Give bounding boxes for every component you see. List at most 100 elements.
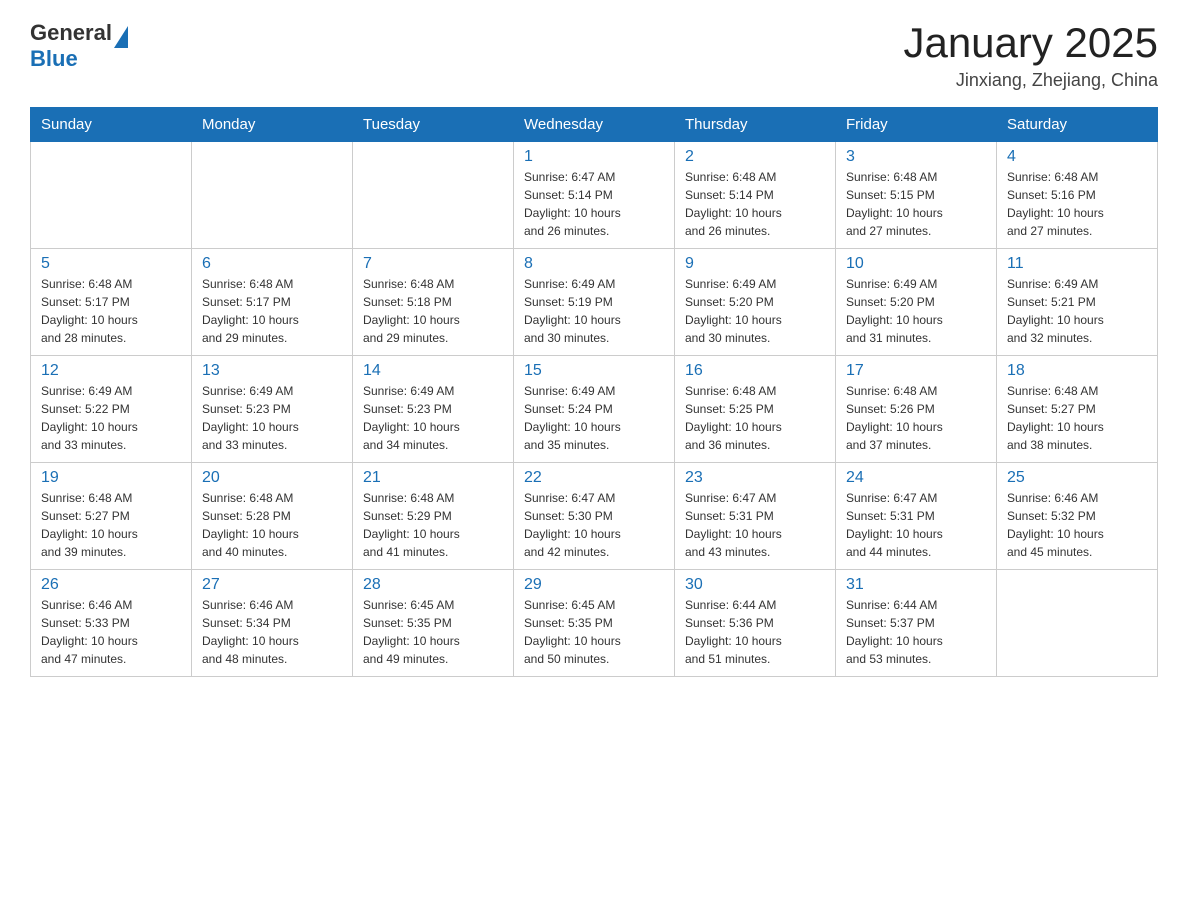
calendar-cell: 6 Sunrise: 6:48 AM Sunset: 5:17 PM Daylig…: [192, 249, 353, 356]
header-day-tuesday: Tuesday: [353, 108, 514, 142]
header-day-monday: Monday: [192, 108, 353, 142]
calendar-cell: 2 Sunrise: 6:48 AM Sunset: 5:14 PM Daylig…: [675, 142, 836, 249]
day-info: Sunrise: 6:49 AM Sunset: 5:20 PM Dayligh…: [846, 275, 986, 347]
calendar-week-row: 19Sunrise: 6:48 AM Sunset: 5:27 PM Dayli…: [31, 463, 1158, 570]
calendar-cell: 27Sunrise: 6:46 AM Sunset: 5:34 PM Dayli…: [192, 570, 353, 677]
calendar-cell: 7Sunrise: 6:48 AM Sunset: 5:18 PM Daylig…: [353, 249, 514, 356]
day-number: 26: [41, 576, 181, 594]
day-number: 17: [846, 362, 986, 380]
logo: General Blue: [30, 20, 128, 72]
calendar-cell: 4 Sunrise: 6:48 AM Sunset: 5:16 PM Daylig…: [997, 142, 1158, 249]
title-area: January 2025 Jinxiang, Zhejiang, China: [903, 20, 1158, 91]
day-info: Sunrise: 6:47 AM Sunset: 5:14 PM Dayligh…: [524, 168, 664, 240]
calendar-cell: 8 Sunrise: 6:49 AM Sunset: 5:19 PM Daylig…: [514, 249, 675, 356]
calendar-cell: 18Sunrise: 6:48 AM Sunset: 5:27 PM Dayli…: [997, 356, 1158, 463]
header-day-friday: Friday: [836, 108, 997, 142]
header-day-thursday: Thursday: [675, 108, 836, 142]
day-number: 31: [846, 576, 986, 594]
calendar-cell: 12 Sunrise: 6:49 AM Sunset: 5:22 PM Dayli…: [31, 356, 192, 463]
calendar-cell: [192, 142, 353, 249]
logo-triangle-icon: [114, 26, 128, 48]
calendar-cell: [353, 142, 514, 249]
day-info: Sunrise: 6:44 AM Sunset: 5:37 PM Dayligh…: [846, 596, 986, 668]
day-number: 16: [685, 362, 825, 380]
day-info: Sunrise: 6:49 AM Sunset: 5:22 PM Dayligh…: [41, 382, 181, 454]
day-info: Sunrise: 6:47 AM Sunset: 5:31 PM Dayligh…: [846, 489, 986, 561]
day-info: Sunrise: 6:48 AM Sunset: 5:27 PM Dayligh…: [41, 489, 181, 561]
day-info: Sunrise: 6:45 AM Sunset: 5:35 PM Dayligh…: [524, 596, 664, 668]
day-number: 8: [524, 255, 664, 273]
header: General Blue January 2025 Jinxiang, Zhej…: [30, 20, 1158, 91]
calendar-cell: 31 Sunrise: 6:44 AM Sunset: 5:37 PM Dayli…: [836, 570, 997, 677]
logo-blue-text: Blue: [30, 46, 128, 72]
day-number: 15: [524, 362, 664, 380]
day-info: Sunrise: 6:49 AM Sunset: 5:24 PM Dayligh…: [524, 382, 664, 454]
calendar-cell: 17 Sunrise: 6:48 AM Sunset: 5:26 PM Dayli…: [836, 356, 997, 463]
calendar-table: SundayMondayTuesdayWednesdayThursdayFrid…: [30, 107, 1158, 677]
day-number: 6: [202, 255, 342, 273]
header-day-wednesday: Wednesday: [514, 108, 675, 142]
day-number: 25: [1007, 469, 1147, 487]
calendar-cell: 9Sunrise: 6:49 AM Sunset: 5:20 PM Daylig…: [675, 249, 836, 356]
day-number: 29: [524, 576, 664, 594]
day-info: Sunrise: 6:48 AM Sunset: 5:14 PM Dayligh…: [685, 168, 825, 240]
day-info: Sunrise: 6:48 AM Sunset: 5:17 PM Dayligh…: [202, 275, 342, 347]
day-info: Sunrise: 6:48 AM Sunset: 5:17 PM Dayligh…: [41, 275, 181, 347]
calendar-header-row: SundayMondayTuesdayWednesdayThursdayFrid…: [31, 108, 1158, 142]
day-number: 12: [41, 362, 181, 380]
calendar-cell: 1 Sunrise: 6:47 AM Sunset: 5:14 PM Daylig…: [514, 142, 675, 249]
calendar-week-row: 1 Sunrise: 6:47 AM Sunset: 5:14 PM Daylig…: [31, 142, 1158, 249]
day-info: Sunrise: 6:45 AM Sunset: 5:35 PM Dayligh…: [363, 596, 503, 668]
calendar-cell: 19Sunrise: 6:48 AM Sunset: 5:27 PM Dayli…: [31, 463, 192, 570]
day-number: 3: [846, 148, 986, 166]
calendar-cell: 3 Sunrise: 6:48 AM Sunset: 5:15 PM Daylig…: [836, 142, 997, 249]
calendar-cell: [997, 570, 1158, 677]
calendar-cell: 5 Sunrise: 6:48 AM Sunset: 5:17 PM Daylig…: [31, 249, 192, 356]
day-number: 4: [1007, 148, 1147, 166]
calendar-cell: 16 Sunrise: 6:48 AM Sunset: 5:25 PM Dayli…: [675, 356, 836, 463]
header-day-saturday: Saturday: [997, 108, 1158, 142]
calendar-cell: 25Sunrise: 6:46 AM Sunset: 5:32 PM Dayli…: [997, 463, 1158, 570]
day-number: 1: [524, 148, 664, 166]
calendar-cell: 30Sunrise: 6:44 AM Sunset: 5:36 PM Dayli…: [675, 570, 836, 677]
day-number: 22: [524, 469, 664, 487]
day-info: Sunrise: 6:48 AM Sunset: 5:26 PM Dayligh…: [846, 382, 986, 454]
calendar-week-row: 12 Sunrise: 6:49 AM Sunset: 5:22 PM Dayli…: [31, 356, 1158, 463]
calendar-cell: 22 Sunrise: 6:47 AM Sunset: 5:30 PM Dayli…: [514, 463, 675, 570]
day-info: Sunrise: 6:49 AM Sunset: 5:23 PM Dayligh…: [363, 382, 503, 454]
day-info: Sunrise: 6:48 AM Sunset: 5:15 PM Dayligh…: [846, 168, 986, 240]
calendar-cell: 21Sunrise: 6:48 AM Sunset: 5:29 PM Dayli…: [353, 463, 514, 570]
day-info: Sunrise: 6:46 AM Sunset: 5:33 PM Dayligh…: [41, 596, 181, 668]
calendar-cell: 20 Sunrise: 6:48 AM Sunset: 5:28 PM Dayli…: [192, 463, 353, 570]
day-info: Sunrise: 6:47 AM Sunset: 5:31 PM Dayligh…: [685, 489, 825, 561]
month-title: January 2025: [903, 20, 1158, 66]
calendar-cell: 26 Sunrise: 6:46 AM Sunset: 5:33 PM Dayli…: [31, 570, 192, 677]
calendar-cell: [31, 142, 192, 249]
day-number: 30: [685, 576, 825, 594]
day-info: Sunrise: 6:49 AM Sunset: 5:21 PM Dayligh…: [1007, 275, 1147, 347]
day-info: Sunrise: 6:48 AM Sunset: 5:16 PM Dayligh…: [1007, 168, 1147, 240]
day-info: Sunrise: 6:48 AM Sunset: 5:28 PM Dayligh…: [202, 489, 342, 561]
day-info: Sunrise: 6:48 AM Sunset: 5:25 PM Dayligh…: [685, 382, 825, 454]
day-info: Sunrise: 6:49 AM Sunset: 5:19 PM Dayligh…: [524, 275, 664, 347]
calendar-cell: 15 Sunrise: 6:49 AM Sunset: 5:24 PM Dayli…: [514, 356, 675, 463]
day-number: 5: [41, 255, 181, 273]
day-number: 13: [202, 362, 342, 380]
day-info: Sunrise: 6:49 AM Sunset: 5:23 PM Dayligh…: [202, 382, 342, 454]
day-info: Sunrise: 6:48 AM Sunset: 5:27 PM Dayligh…: [1007, 382, 1147, 454]
day-number: 20: [202, 469, 342, 487]
day-number: 7: [363, 255, 503, 273]
day-number: 27: [202, 576, 342, 594]
location-title: Jinxiang, Zhejiang, China: [903, 70, 1158, 91]
calendar-cell: 11Sunrise: 6:49 AM Sunset: 5:21 PM Dayli…: [997, 249, 1158, 356]
day-info: Sunrise: 6:47 AM Sunset: 5:30 PM Dayligh…: [524, 489, 664, 561]
day-number: 28: [363, 576, 503, 594]
calendar-cell: 28 Sunrise: 6:45 AM Sunset: 5:35 PM Dayli…: [353, 570, 514, 677]
calendar-cell: 10Sunrise: 6:49 AM Sunset: 5:20 PM Dayli…: [836, 249, 997, 356]
calendar-cell: 23Sunrise: 6:47 AM Sunset: 5:31 PM Dayli…: [675, 463, 836, 570]
calendar-cell: 13 Sunrise: 6:49 AM Sunset: 5:23 PM Dayli…: [192, 356, 353, 463]
logo-general-text: General: [30, 20, 112, 46]
day-number: 14: [363, 362, 503, 380]
calendar-week-row: 5 Sunrise: 6:48 AM Sunset: 5:17 PM Daylig…: [31, 249, 1158, 356]
day-number: 2: [685, 148, 825, 166]
